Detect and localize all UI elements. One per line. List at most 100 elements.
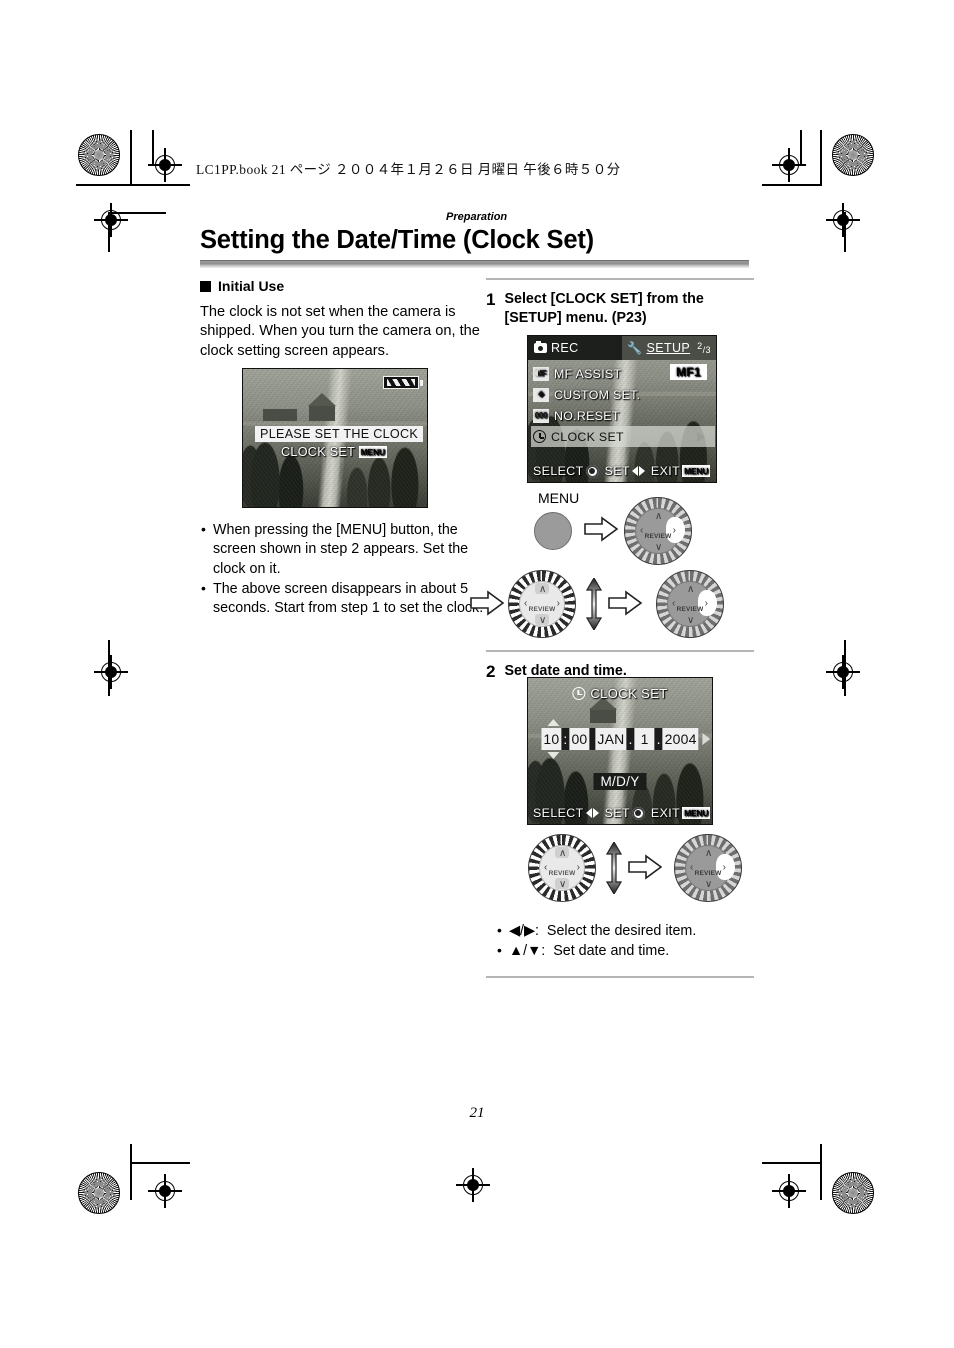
book-file-header: LC1PP.book 21 ページ ２００４年１月２６日 月曜日 午後６時５０分 (196, 162, 621, 177)
step1-dial-diagram: MENU ∧ ∨ ‹ › REVIEW ∧ ∨ ‹ › REVIEW ∧ ∨ ‹… (470, 490, 754, 650)
control-dial-updown[interactable]: ∧ ∨ ‹ › REVIEW (528, 834, 596, 902)
registration-crosshair-right-upper (826, 203, 860, 237)
step-1-text: Select [CLOCK SET] from the [SETUP] menu… (504, 291, 704, 326)
control-dial-right-selected[interactable]: ∧ ∨ ‹ › REVIEW (674, 834, 742, 902)
day-field[interactable]: 1 (634, 728, 655, 750)
footer-set: SET (605, 806, 645, 820)
crop-mark (130, 130, 132, 186)
arrow-right-icon (470, 590, 504, 616)
footer-select: SELECT (533, 464, 599, 478)
registration-starburst-bottom-right (832, 1172, 874, 1214)
arrow-right-icon (628, 854, 662, 880)
rule-above-step1 (486, 278, 754, 280)
left-right-arrows-icon (631, 466, 645, 476)
crop-mark (762, 184, 822, 186)
crop-mark (844, 212, 846, 252)
control-dial-right-pressed[interactable]: ∧ ∨ ‹ › REVIEW (624, 497, 692, 565)
dial-down-arrow-icon: ∨ (539, 615, 547, 626)
arrow-right-icon (584, 516, 618, 542)
menu-item-custom-set[interactable]: ❖ CUSTOM SET. (531, 384, 715, 405)
right-column: 1 Select [CLOCK SET] from the [SETUP] me… (470, 278, 754, 978)
crop-mark (108, 640, 110, 696)
menu-button-label: MENU (538, 490, 580, 506)
tab-setup-label: SETUP (646, 341, 691, 355)
footer-exit-label: EXIT (650, 464, 681, 478)
tab-setup[interactable]: 🔧 SETUP 2/3 (622, 336, 716, 360)
menu-badge-icon: MENU (682, 807, 711, 819)
building-shape (590, 708, 616, 723)
right-arrow-icon (702, 733, 711, 745)
date-format-field[interactable]: M/D/Y (593, 773, 647, 790)
title-rule (200, 260, 749, 268)
crop-mark (800, 130, 802, 164)
registration-crosshair-bottom-center (456, 1168, 490, 1202)
no-reset-icon: 000 (533, 408, 549, 423)
registration-crosshair-bl (148, 1174, 182, 1208)
month-field[interactable]: JAN (595, 728, 627, 750)
lcd-initial-clock-screen: PLEASE SET THE CLOCK CLOCK SET MENU (242, 368, 428, 508)
crop-mark (844, 640, 846, 696)
menu-item-clock-set[interactable]: CLOCK SET (531, 426, 715, 447)
building-shape (309, 405, 335, 421)
menu-badge-icon: MENU (358, 446, 387, 458)
control-dial-right-selected[interactable]: ∧ ∨ ‹ › REVIEW (656, 570, 724, 638)
manual-page: LC1PP.book 21 ページ ２００４年１月２６日 月曜日 午後６時５０分… (0, 0, 954, 1348)
registration-starburst-bottom-left (78, 1172, 120, 1214)
arrow-right-icon (608, 590, 642, 616)
step2-bullet-list: ◀/▶: Select the desired item. ▲/▼: Set d… (496, 921, 754, 962)
right-arrow-icon (697, 431, 705, 442)
day-dot: . (656, 731, 661, 747)
square-bullet-icon (200, 280, 211, 292)
month-dot: . (628, 731, 633, 747)
dial-review-label: REVIEW (644, 533, 672, 540)
dial-up-arrow-icon: ∧ (655, 511, 663, 522)
bullet-text: Select the desired item. (546, 923, 697, 939)
crop-mark (108, 212, 110, 252)
footer-select: SELECT (533, 806, 599, 820)
menu-item-label: NO.RESET (554, 408, 620, 423)
list-item: ◀/▶: Select the desired item. (496, 921, 754, 941)
footer-exit-label: EXIT (650, 806, 681, 820)
control-dial-updown[interactable]: ∧ ∨ ‹ › REVIEW (508, 570, 576, 638)
wrench-icon: 🔧 (627, 341, 643, 355)
year-field[interactable]: 2004 (662, 728, 711, 750)
dial-down-arrow-icon: ∨ (559, 879, 567, 890)
tab-rec[interactable]: REC (528, 336, 622, 360)
setup-menu-list: MF MF ASSIST MF1 ❖ CUSTOM SET. 000 NO.RE… (531, 363, 715, 447)
page-title: Setting the Date/Time (Clock Set) (200, 226, 594, 254)
initial-use-label: Initial Use (218, 278, 285, 294)
dial-review-label: REVIEW (548, 870, 576, 877)
mf-assist-value[interactable]: MF1 (670, 364, 707, 380)
clock-set-title: CLOCK SET (572, 686, 667, 701)
hour-field[interactable]: 10 (541, 719, 562, 759)
step2-dial-diagram: ∧ ∨ ‹ › REVIEW ∧ ∨ ‹ › REVIEW (486, 832, 754, 912)
step-1-heading: 1 Select [CLOCK SET] from the [SETUP] me… (486, 290, 754, 328)
dial-review-label: REVIEW (676, 606, 704, 613)
footer-select-label: SELECT (533, 806, 584, 820)
registration-crosshair-br (772, 1174, 806, 1208)
up-arrow-icon (547, 719, 560, 726)
clock-icon (572, 687, 586, 700)
crop-mark (110, 212, 166, 214)
registration-crosshair-left-upper (94, 203, 128, 237)
footer-set: SET (605, 464, 645, 478)
up-down-arrow-icon (606, 842, 622, 894)
time-separator: : (563, 731, 568, 747)
menu-item-mf-assist[interactable]: MF MF ASSIST MF1 (531, 363, 715, 384)
clock-footer-bar: SELECT SET EXIT MENU (528, 802, 712, 824)
dial-review-label: REVIEW (528, 606, 556, 613)
menu-button[interactable] (534, 512, 572, 550)
crop-mark (130, 1162, 190, 1164)
camera-icon (534, 340, 547, 353)
list-item: When pressing the [MENU] button, the scr… (200, 520, 488, 579)
arrow-keys-lr: ◀/▶ (509, 923, 535, 939)
dial-up-arrow-icon: ∧ (687, 584, 695, 595)
menu-item-label: CLOCK SET (551, 429, 624, 444)
roof-shape (308, 393, 336, 406)
menu-item-label: MF ASSIST (554, 366, 622, 381)
minute-field[interactable]: 00 (569, 728, 590, 750)
arrow-keys-ud: ▲/▼ (509, 943, 542, 960)
dial-down-arrow-icon: ∨ (705, 879, 713, 890)
rule-above-step2 (486, 650, 754, 652)
menu-item-no-reset[interactable]: 000 NO.RESET (531, 405, 715, 426)
